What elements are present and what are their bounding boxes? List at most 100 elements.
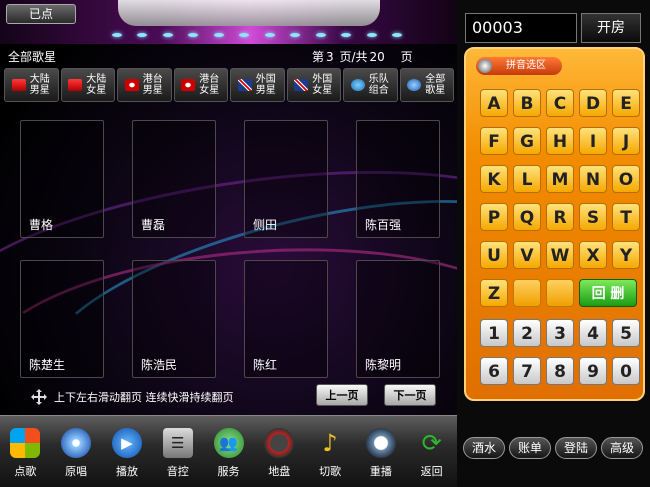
- singer-card[interactable]: 陈百强: [356, 120, 440, 238]
- key-x[interactable]: X: [579, 241, 607, 269]
- play-icon: ▶: [111, 428, 142, 458]
- original-vocal-button[interactable]: 原唱: [51, 416, 102, 487]
- skip-song-button[interactable]: ♪ 切歌: [305, 416, 356, 487]
- key-m[interactable]: M: [546, 165, 574, 193]
- category-tab-all[interactable]: 全部 歌星: [399, 68, 454, 102]
- key-n[interactable]: N: [579, 165, 607, 193]
- key-5[interactable]: 5: [612, 319, 640, 347]
- key-6[interactable]: 6: [480, 357, 508, 385]
- refresh-icon: ⟳: [421, 429, 442, 457]
- singer-name: 陈楚生: [29, 358, 66, 372]
- selected-songs-button[interactable]: 已点: [6, 4, 76, 24]
- key-g[interactable]: G: [513, 127, 541, 155]
- singer-card[interactable]: 曹格: [20, 120, 104, 238]
- key-f[interactable]: F: [480, 127, 508, 155]
- key-y[interactable]: Y: [612, 241, 640, 269]
- key-z[interactable]: Z: [480, 279, 508, 307]
- key-k[interactable]: K: [480, 165, 508, 193]
- toolbar-label: 播放: [115, 465, 138, 478]
- list-title: 全部歌星: [8, 50, 57, 64]
- key-e[interactable]: E: [612, 89, 640, 117]
- blank-key: [546, 279, 574, 307]
- key-w[interactable]: W: [546, 241, 574, 269]
- key-q[interactable]: Q: [513, 203, 541, 231]
- banner-glow: [118, 0, 380, 26]
- key-d[interactable]: D: [579, 89, 607, 117]
- category-tab-hktw-female[interactable]: 港台 女星: [173, 68, 228, 102]
- bill-button[interactable]: 账单: [509, 437, 551, 459]
- toolbar-label: 返回: [420, 465, 443, 478]
- singer-name: 陈黎明: [365, 358, 402, 372]
- list-header: 全部歌星 第3 页/共 20 页: [0, 46, 457, 66]
- key-v[interactable]: V: [513, 241, 541, 269]
- category-tab-hktw-male[interactable]: 港台 男星: [117, 68, 172, 102]
- speedometer-icon: [264, 428, 295, 458]
- band-icon: [350, 79, 365, 91]
- key-t[interactable]: T: [612, 203, 640, 231]
- key-2[interactable]: 2: [513, 319, 541, 347]
- drinks-button[interactable]: 酒水: [463, 437, 505, 459]
- key-3[interactable]: 3: [546, 319, 574, 347]
- key-u[interactable]: U: [480, 241, 508, 269]
- key-p[interactable]: P: [480, 203, 508, 231]
- key-7[interactable]: 7: [513, 357, 541, 385]
- uk-flag-icon: [237, 79, 252, 91]
- category-tab-bands[interactable]: 乐队 组合: [343, 68, 398, 102]
- service-button[interactable]: 👥 服务: [203, 416, 254, 487]
- category-tab-mainland-female[interactable]: 大陆 女星: [60, 68, 115, 102]
- pinyin-tab[interactable]: 拼音选区: [476, 57, 562, 75]
- mixer-icon: ☰: [162, 428, 193, 458]
- toolbar-label: 点歌: [14, 465, 37, 478]
- key-4[interactable]: 4: [579, 319, 607, 347]
- category-label: 外国 男星: [255, 74, 276, 96]
- key-o[interactable]: O: [612, 165, 640, 193]
- back-button[interactable]: ⟳ 返回: [406, 416, 457, 487]
- prev-page-button[interactable]: 上一页: [316, 384, 368, 406]
- key-r[interactable]: R: [546, 203, 574, 231]
- right-panel: 00003 开房 拼音选区 A B C D E F G H I J K L M …: [457, 0, 650, 487]
- page-prefix: 第: [312, 50, 325, 64]
- key-i[interactable]: I: [579, 127, 607, 155]
- blank-key: [513, 279, 541, 307]
- key-0[interactable]: 0: [612, 357, 640, 385]
- delete-key[interactable]: 回 删: [579, 279, 637, 307]
- key-h[interactable]: H: [546, 127, 574, 155]
- advanced-button[interactable]: 高级: [601, 437, 643, 459]
- hongkong-flag-icon: [124, 79, 139, 91]
- hongkong-flag-icon: [181, 79, 196, 91]
- singer-name: 陈红: [253, 358, 278, 372]
- open-room-button[interactable]: 开房: [581, 13, 641, 43]
- replay-button[interactable]: 重播: [355, 416, 406, 487]
- next-page-button[interactable]: 下一页: [384, 384, 436, 406]
- music-note-icon: ♪: [322, 429, 338, 457]
- key-1[interactable]: 1: [480, 319, 508, 347]
- category-tab-mainland-male[interactable]: 大陆 男星: [4, 68, 59, 102]
- globe-icon: [407, 79, 422, 91]
- key-s[interactable]: S: [579, 203, 607, 231]
- singer-card[interactable]: 陈楚生: [20, 260, 104, 378]
- category-tabs: 大陆 男星 大陆 女星 港台 男星 港台 女星 外国 男星 外国 女星 乐队 组合 全部 歌星: [4, 68, 454, 104]
- key-l[interactable]: L: [513, 165, 541, 193]
- room-number-display: 00003: [465, 13, 577, 43]
- key-9[interactable]: 9: [579, 357, 607, 385]
- category-label: 大陆 女星: [86, 74, 107, 96]
- volume-control-button[interactable]: ☰ 音控: [152, 416, 203, 487]
- order-song-button[interactable]: 点歌: [0, 416, 51, 487]
- category-tab-foreign-female[interactable]: 外国 女星: [286, 68, 341, 102]
- singer-card[interactable]: 侧田: [244, 120, 328, 238]
- key-b[interactable]: B: [513, 89, 541, 117]
- bottom-toolbar: 点歌 原唱 ▶ 播放 ☰ 音控 👥 服务 地盘 ♪ 切歌 重播 ⟳ 返回: [0, 415, 457, 487]
- singer-card[interactable]: 陈红: [244, 260, 328, 378]
- singer-card[interactable]: 陈浩民: [132, 260, 216, 378]
- category-tab-foreign-male[interactable]: 外国 男星: [230, 68, 285, 102]
- key-c[interactable]: C: [546, 89, 574, 117]
- key-a[interactable]: A: [480, 89, 508, 117]
- singer-card[interactable]: 曹磊: [132, 120, 216, 238]
- login-button[interactable]: 登陆: [555, 437, 597, 459]
- singer-card[interactable]: 陈黎明: [356, 260, 440, 378]
- territory-button[interactable]: 地盘: [254, 416, 305, 487]
- play-button[interactable]: ▶ 播放: [102, 416, 153, 487]
- key-j[interactable]: J: [612, 127, 640, 155]
- main-area: 已点 全部歌星 第3 页/共 20 页 大陆 男星 大陆 女星 港台 男星 港台 女星 外…: [0, 0, 457, 487]
- key-8[interactable]: 8: [546, 357, 574, 385]
